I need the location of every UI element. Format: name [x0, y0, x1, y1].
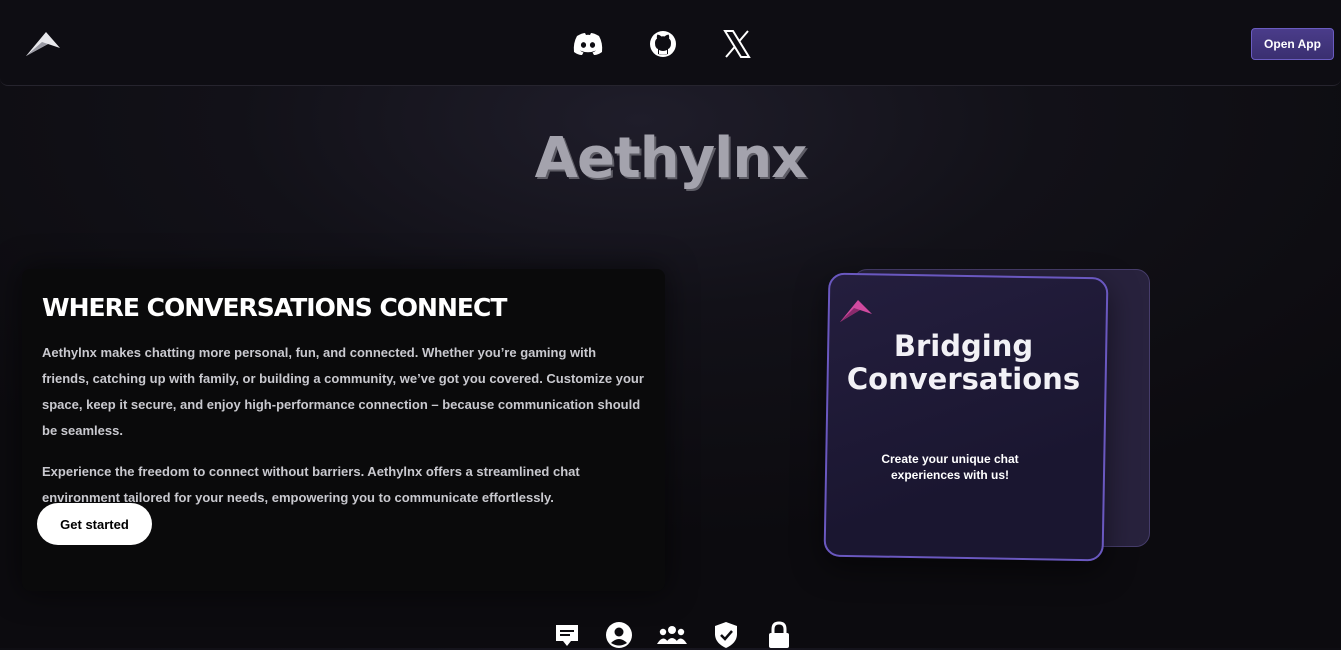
x-icon[interactable] [719, 26, 755, 62]
get-started-button[interactable]: Get started [37, 503, 152, 545]
lock-icon[interactable] [764, 620, 794, 650]
github-icon[interactable] [645, 26, 681, 62]
brand-title: Aethylnx [534, 126, 808, 191]
card-title: Bridging Conversations [826, 330, 1101, 396]
group-icon[interactable] [657, 620, 687, 650]
shield-check-icon[interactable] [711, 620, 741, 650]
discord-icon[interactable] [570, 26, 606, 62]
top-nav: Open App [0, 0, 1341, 86]
open-app-button[interactable]: Open App [1251, 28, 1334, 60]
logo-icon[interactable] [24, 28, 64, 60]
card-title-line-1: Bridging [893, 329, 1034, 363]
chat-icon[interactable] [552, 620, 582, 650]
card-title-line-2: Conversations [846, 362, 1081, 396]
user-icon[interactable] [604, 620, 634, 650]
card-subtitle: Create your unique chat experiences with… [881, 452, 1019, 482]
intro-paragraph-1: Aethylnx makes chatting more personal, f… [42, 345, 644, 438]
intro-panel: WHERE CONVERSATIONS CONNECT Aethylnx mak… [22, 269, 665, 591]
card-logo-icon [840, 300, 872, 322]
intro-heading: WHERE CONVERSATIONS CONNECT [42, 293, 507, 322]
